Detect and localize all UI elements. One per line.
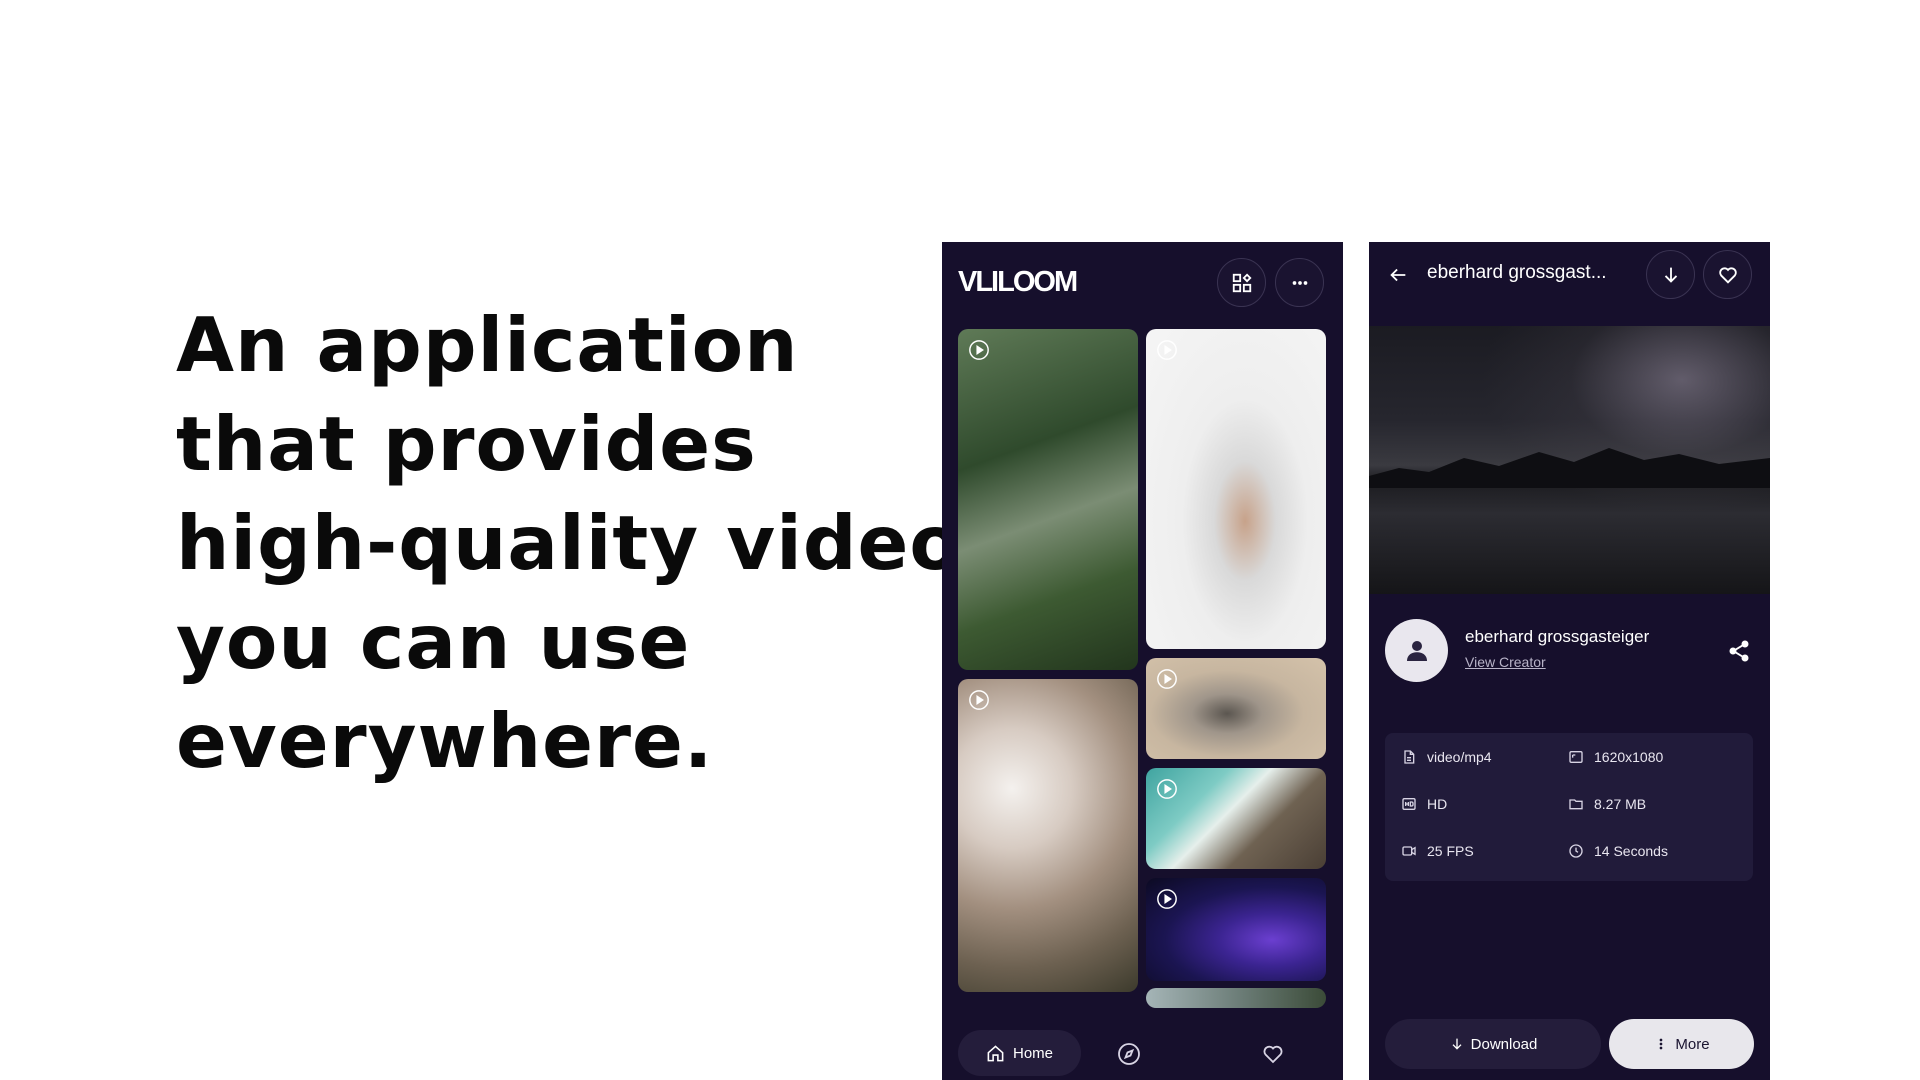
- view-creator-link[interactable]: View Creator: [1465, 654, 1546, 670]
- user-icon: [1406, 640, 1427, 661]
- more-vertical-icon: [1660, 1038, 1663, 1050]
- bottom-navigation: Home: [942, 1010, 1343, 1080]
- download-icon: [1452, 1038, 1462, 1050]
- grid-view-button[interactable]: [1217, 258, 1266, 307]
- info-format: video/mp4: [1401, 749, 1492, 765]
- clock-icon: [1569, 844, 1583, 858]
- video-tile-particles[interactable]: [1146, 878, 1326, 981]
- video-tile-coast[interactable]: [1146, 768, 1326, 869]
- file-icon: [1404, 750, 1415, 764]
- video-tile-blossom[interactable]: [958, 679, 1138, 992]
- heart-icon[interactable]: [1261, 1042, 1285, 1066]
- heart-icon: [1718, 266, 1737, 284]
- download-button[interactable]: Download: [1385, 1019, 1601, 1069]
- detail-screen: eberhard grossgast... eberhard grossgast…: [1369, 242, 1770, 1080]
- video-info-card: video/mp4 1620x1080 HD 8.27 MB 25 FPS 14…: [1385, 733, 1753, 881]
- more-horizontal-icon: [1292, 280, 1307, 285]
- creator-name: eberhard grossgasteiger: [1465, 627, 1650, 646]
- video-tile-landscape[interactable]: [1146, 988, 1326, 1008]
- info-fps: 25 FPS: [1401, 843, 1474, 859]
- download-icon-button[interactable]: [1646, 250, 1695, 299]
- compass-icon[interactable]: [1117, 1042, 1141, 1066]
- folder-icon: [1569, 799, 1583, 810]
- video-preview[interactable]: [1369, 326, 1770, 594]
- feed-screen: VLILOOM Home: [942, 242, 1343, 1080]
- share-icon[interactable]: [1727, 639, 1751, 663]
- info-duration: 14 Seconds: [1568, 843, 1668, 859]
- headline-line: that provides: [176, 400, 757, 488]
- image-frame-icon: [1569, 751, 1583, 763]
- mountain-silhouette: [1369, 448, 1770, 488]
- play-icon: [969, 340, 989, 360]
- play-icon: [1157, 340, 1177, 360]
- video-tile-seal[interactable]: [1146, 658, 1326, 759]
- headline-line: high-quality videos: [176, 499, 1008, 587]
- info-resolution: 1620x1080: [1568, 749, 1663, 765]
- download-icon: [1664, 267, 1677, 283]
- headline-line: everywhere.: [176, 697, 714, 785]
- play-icon: [1157, 779, 1177, 799]
- more-button[interactable]: More: [1609, 1019, 1754, 1069]
- headline: An application that provides high-qualit…: [176, 296, 1008, 791]
- favorite-button[interactable]: [1703, 250, 1752, 299]
- back-arrow-icon[interactable]: [1387, 264, 1409, 286]
- play-icon: [1157, 669, 1177, 689]
- hd-icon: [1402, 798, 1416, 810]
- play-icon: [969, 690, 989, 710]
- play-icon: [1157, 889, 1177, 909]
- grid-icon: [1232, 272, 1252, 292]
- nav-home-button[interactable]: Home: [958, 1030, 1081, 1076]
- video-tile-forest[interactable]: [958, 329, 1138, 670]
- home-icon: [987, 1044, 1004, 1061]
- creator-avatar[interactable]: [1385, 619, 1448, 682]
- headline-line: you can use: [176, 598, 691, 686]
- more-options-button[interactable]: [1275, 258, 1324, 307]
- info-size: 8.27 MB: [1568, 796, 1646, 812]
- video-tile-seedling[interactable]: [1146, 329, 1326, 649]
- headline-line: An application: [176, 301, 799, 389]
- info-quality: HD: [1401, 796, 1447, 812]
- detail-title: eberhard grossgast...: [1427, 262, 1607, 283]
- video-camera-icon: [1402, 846, 1416, 856]
- nav-home-label: Home: [1012, 1044, 1053, 1062]
- app-logo: VLILOOM: [958, 266, 1078, 298]
